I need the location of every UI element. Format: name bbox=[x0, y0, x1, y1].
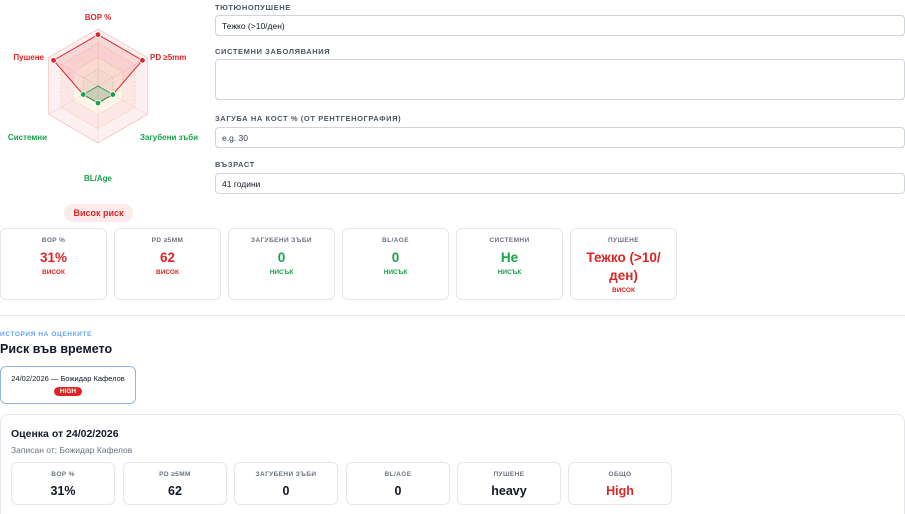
radar-point bbox=[94, 99, 102, 107]
history-title: Риск във времето bbox=[0, 342, 113, 356]
metric-card: BL/AGE 0 НИСЪК bbox=[342, 228, 449, 300]
section-divider bbox=[0, 315, 905, 316]
metric-title: Пушене bbox=[607, 237, 639, 244]
boneloss-label: Загуба на кост % (от рентгенография) bbox=[215, 114, 402, 123]
history-entry-text: 24/02/2026 — Божидар Кафелов bbox=[11, 374, 125, 383]
summary-value: 31% bbox=[50, 484, 76, 498]
metric-value: Тежко (>10/ден) bbox=[586, 250, 661, 283]
summary-title: Пушене bbox=[493, 471, 525, 478]
summary-value: High bbox=[606, 484, 634, 498]
smoking-label: Тютюнопушене bbox=[215, 3, 291, 12]
risk-level-pill: Висок риск bbox=[64, 204, 133, 222]
metric-level: НИСЪК bbox=[383, 269, 408, 276]
age-label: Възраст bbox=[215, 160, 255, 169]
metric-value: 62 bbox=[159, 250, 176, 265]
metric-card: PD ≥5MM 62 ВИСОК bbox=[114, 228, 221, 300]
history-entry-chip[interactable]: 24/02/2026 — Божидар Кафелов HIGH bbox=[0, 366, 136, 404]
metric-level: НИСЪК bbox=[497, 269, 522, 276]
summary-title: Общо bbox=[608, 471, 632, 478]
metric-title: BL/AGE bbox=[382, 237, 409, 244]
radar-axis-label: Пушене bbox=[13, 53, 44, 62]
history-entry-badge: HIGH bbox=[53, 387, 83, 396]
summary-title: Загубени зъби bbox=[255, 471, 317, 478]
summary-title: BL/AGE bbox=[384, 471, 412, 478]
metric-card: BOP % 31% ВИСОК bbox=[0, 228, 107, 300]
metric-value: 0 bbox=[277, 250, 286, 265]
history-eyebrow: История на оценките bbox=[0, 331, 92, 338]
metric-card: Пушене Тежко (>10/ден) ВИСОК bbox=[570, 228, 677, 300]
metric-level: ВИСОК bbox=[42, 269, 65, 276]
summary-card: Общо High bbox=[568, 462, 672, 505]
summary-card: BOP % 31% bbox=[11, 462, 115, 505]
radar-point bbox=[139, 57, 146, 64]
metric-level: НИСЪК bbox=[269, 269, 294, 276]
radar-point bbox=[109, 91, 117, 98]
smoking-select[interactable]: Тежко (>10/ден) bbox=[215, 15, 905, 36]
metric-card: Системни Не НИСЪК bbox=[456, 228, 563, 300]
metric-level: ВИСОК bbox=[156, 269, 179, 276]
metric-card: Загубени зъби 0 НИСЪК bbox=[228, 228, 335, 300]
metric-value: Не bbox=[500, 250, 519, 265]
radar-axis-label: BOP % bbox=[85, 13, 112, 22]
assessment-subtitle: Записан от: Божидар Кафелов bbox=[11, 445, 133, 455]
radar-axis-label: BL/Age bbox=[84, 174, 113, 183]
radar-point bbox=[79, 91, 87, 98]
metric-title: PD ≥5MM bbox=[151, 237, 184, 244]
boneloss-input[interactable]: e.g. 30 bbox=[215, 127, 905, 148]
risk-radar-chart: BOP % PD ≥5mm Загубени зъби BL/Age Системни П… bbox=[8, 13, 198, 183]
summary-value: 0 bbox=[282, 484, 290, 498]
radar-axis-label: PD ≥5mm bbox=[150, 53, 186, 62]
summary-card: BL/AGE 0 bbox=[346, 462, 450, 505]
metric-value: 31% bbox=[39, 250, 68, 265]
metric-level: ВИСОК bbox=[612, 287, 635, 294]
radar-axis-label: Загубени зъби bbox=[140, 133, 198, 142]
summary-title: PD ≥5MM bbox=[159, 471, 191, 478]
assessment-title: Оценка от 24/02/2026 bbox=[11, 428, 119, 440]
assessment-card: Оценка от 24/02/2026 Записан от: Божидар… bbox=[0, 414, 905, 514]
radar-point bbox=[94, 31, 102, 38]
metric-value: 0 bbox=[391, 250, 400, 265]
systemic-label: Системни заболявания bbox=[215, 47, 331, 56]
radar-point bbox=[50, 57, 57, 64]
summary-card: PD ≥5MM 62 bbox=[123, 462, 227, 505]
metric-title: Системни bbox=[489, 237, 530, 244]
radar-axis-label: Системни bbox=[8, 133, 47, 142]
summary-card: Загубени зъби 0 bbox=[234, 462, 338, 505]
summary-value: 62 bbox=[168, 484, 182, 498]
summary-card: Пушене heavy bbox=[457, 462, 561, 505]
summary-title: BOP % bbox=[51, 471, 75, 478]
metric-title: Загубени зъби bbox=[251, 237, 312, 244]
summary-value: 0 bbox=[394, 484, 402, 498]
summary-value: heavy bbox=[491, 484, 527, 498]
metric-title: BOP % bbox=[41, 237, 66, 244]
age-input[interactable]: 41 години bbox=[215, 173, 905, 194]
systemic-textarea[interactable] bbox=[215, 59, 905, 100]
